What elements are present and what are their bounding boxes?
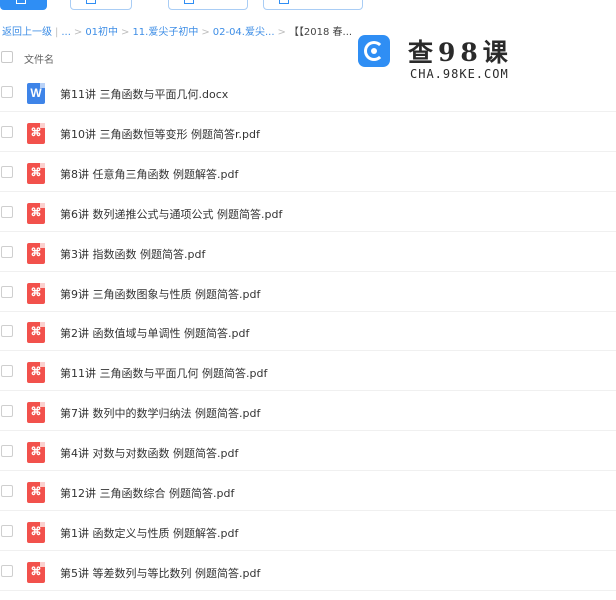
file-row[interactable]: ⌘ 第7讲 数列中的数学归纳法 例题简答.pdf [0,391,616,432]
file-name[interactable]: 第8讲 任意角三角函数 例题解答.pdf [60,166,238,182]
breadcrumb: 返回上一级 |... >01初中 >11.爱尖子初中 >02-04.爱尖... > 【【20… [2,23,352,39]
new-folder-button[interactable] [70,0,132,10]
file-name[interactable]: 第2讲 函数值域与单调性 例题简答.pdf [60,325,249,341]
file-row[interactable]: ⌘ 第12讲 三角函数综合 例题简答.pdf [0,471,616,511]
row-checkbox[interactable] [1,564,13,577]
row-checkbox[interactable] [1,205,13,218]
pdf-icon: ⌘ [27,521,45,543]
file-name[interactable]: 第11讲 三角函数与平面几何.docx [60,86,228,102]
row-checkbox[interactable] [1,245,13,258]
file-row[interactable]: ⌘ 第5讲 等差数列与等比数列 例题简答.pdf [0,551,616,591]
select-all-checkbox[interactable] [1,51,13,63]
breadcrumb-item[interactable]: 11.爱尖子初中 [132,23,198,38]
row-checkbox[interactable] [1,285,13,298]
file-row[interactable]: ⌘ 第11讲 三角函数与平面几何 例题简答.pdf [0,351,616,392]
file-name[interactable]: 第5讲 等差数列与等比数列 例题简答.pdf [60,565,260,581]
file-name[interactable]: 第10讲 三角函数恒等变形 例题简答r.pdf [60,126,260,142]
offline-download-button[interactable] [168,0,248,10]
file-row[interactable]: ⌘ 第1讲 函数定义与性质 例题解答.pdf [0,511,616,551]
upload-button[interactable] [0,0,47,10]
file-name[interactable]: 第11讲 三角函数与平面几何 例题简答.pdf [60,365,267,381]
row-checkbox[interactable] [1,325,13,338]
pdf-icon: ⌘ [27,442,45,464]
file-row[interactable]: ⌘ 第10讲 三角函数恒等变形 例题简答r.pdf [0,112,616,152]
pdf-icon: ⌘ [27,561,45,583]
pdf-icon: ⌘ [27,202,45,224]
pdf-icon: ⌘ [27,482,45,503]
file-name[interactable]: 第4讲 对数与对数函数 例题简答.pdf [60,445,238,461]
breadcrumb-ellipsis[interactable]: ... [61,27,71,38]
device-icon [279,0,289,4]
row-checkbox[interactable] [1,405,13,418]
file-name[interactable]: 第7讲 数列中的数学归纳法 例题简答.pdf [60,405,260,421]
file-row[interactable]: ⌘ 第6讲 数列递推公式与通项公式 例题简答.pdf [0,192,616,232]
word-icon: W [27,83,45,104]
pdf-icon: ⌘ [27,122,45,144]
file-name[interactable]: 第9讲 三角函数图象与性质 例题简答.pdf [60,286,260,302]
pdf-icon: ⌘ [27,362,45,384]
pdf-icon: ⌘ [27,282,45,304]
back-link[interactable]: 返回上一级 [2,23,52,38]
file-row[interactable]: ⌘ 第3讲 指数函数 例题简答.pdf [0,232,616,272]
file-name[interactable]: 第12讲 三角函数综合 例题简答.pdf [60,485,234,501]
breadcrumb-item[interactable]: 02-04.爱尖... [213,23,275,38]
file-row[interactable]: ⌘ 第2讲 函数值域与单调性 例题简答.pdf [0,311,616,352]
breadcrumb-item[interactable]: 01初中 [85,23,118,38]
row-checkbox[interactable] [1,86,13,98]
file-list-header: 文件名 [0,46,616,72]
pdf-icon: ⌘ [27,322,45,344]
row-checkbox[interactable] [1,524,13,537]
folder-icon [86,0,96,4]
pdf-icon: ⌘ [27,162,45,184]
row-checkbox[interactable] [1,485,13,497]
file-name[interactable]: 第6讲 数列递推公式与通项公式 例题简答.pdf [60,206,282,222]
file-row[interactable]: W 第11讲 三角函数与平面几何.docx [0,72,616,112]
row-checkbox[interactable] [1,165,13,178]
file-row[interactable]: ⌘ 第9讲 三角函数图象与性质 例题简答.pdf [0,272,616,312]
download-icon [184,0,194,4]
column-filename[interactable]: 文件名 [24,51,54,66]
pdf-icon: ⌘ [27,402,45,424]
row-checkbox[interactable] [1,365,13,378]
row-checkbox[interactable] [1,125,13,138]
file-name[interactable]: 第1讲 函数定义与性质 例题解答.pdf [60,525,238,541]
toolbar [0,0,616,12]
my-device-button[interactable] [263,0,363,10]
file-row[interactable]: ⌘ 第8讲 任意角三角函数 例题解答.pdf [0,152,616,192]
pdf-icon: ⌘ [27,242,45,264]
upload-icon [16,0,26,4]
breadcrumb-current: 【【2018 春... [288,27,353,38]
row-checkbox[interactable] [1,445,13,458]
file-name[interactable]: 第3讲 指数函数 例题简答.pdf [60,246,205,262]
file-row[interactable]: ⌘ 第4讲 对数与对数函数 例题简答.pdf [0,431,616,472]
